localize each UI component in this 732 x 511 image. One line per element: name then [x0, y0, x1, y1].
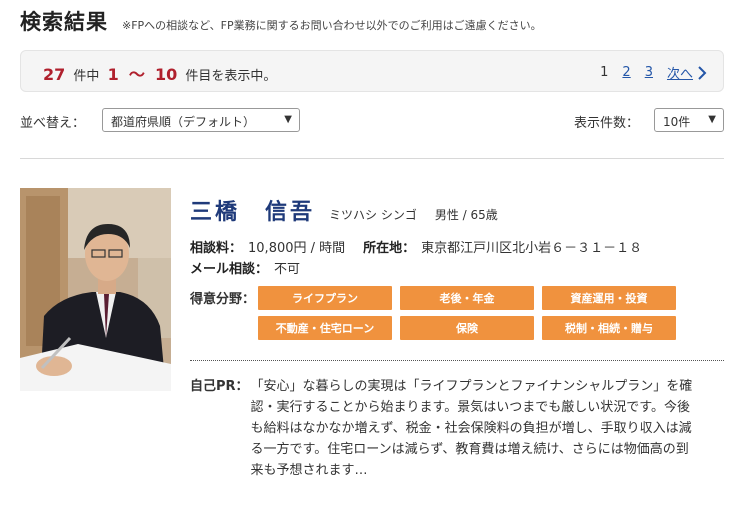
- mail-consult-row: メール相談： 不可: [190, 258, 318, 277]
- total-count: 27: [43, 65, 66, 84]
- range-end: 10: [155, 65, 178, 84]
- fee-location-row: 相談料： 10,800円 / 時間 所在地： 東京都江戸川区北小岩６－３１－１８: [190, 237, 660, 256]
- chevron-right-icon[interactable]: [697, 65, 707, 80]
- usage-notice: ※FPへの相談など、FP業務に関するお問い合わせ以外でのご利用はご遠慮ください。: [122, 19, 542, 32]
- pagination: 1 2 3 次へ: [600, 63, 707, 82]
- sort-label: 並べ替え：: [20, 116, 86, 131]
- specialty-tag[interactable]: ライフプラン: [258, 286, 392, 310]
- specialty-label: 得意分野：: [190, 292, 256, 307]
- advisor-kana: ミツハシ シンゴ: [329, 208, 417, 222]
- advisor-photo[interactable]: [20, 188, 171, 391]
- next-page-link[interactable]: 次へ: [667, 63, 693, 82]
- range-suffix: 件目を表示中。: [185, 69, 277, 84]
- sort-order-value: 都道府県順（デフォルト）: [111, 115, 256, 129]
- fee-label: 相談料：: [190, 241, 243, 256]
- mail-value: 不可: [274, 262, 301, 277]
- location-label: 所在地：: [363, 241, 416, 256]
- result-summary-bar: 27 件中 1 〜 10 件目を表示中。 1 2 3 次へ: [20, 50, 724, 92]
- range-separator: 〜: [128, 65, 145, 84]
- location-value: 東京都江戸川区北小岩６－３１－１８: [421, 241, 643, 256]
- page-header: 検索結果 ※FPへの相談など、FP業務に関するお問い合わせ以外でのご利用はご遠慮…: [20, 6, 542, 36]
- sort-order-select[interactable]: 都道府県順（デフォルト） ▼: [102, 108, 300, 132]
- result-count: 27 件中 1 〜 10 件目を表示中。: [43, 61, 280, 85]
- specialty-tags: ライフプラン 老後・年金 資産運用・投資 不動産・住宅ローン 保険 税制・相続・…: [258, 286, 676, 340]
- dotted-divider: [190, 360, 724, 361]
- per-page-select[interactable]: 10件 ▼: [654, 108, 724, 132]
- per-page-value: 10件: [663, 115, 691, 129]
- self-pr: 自己PR： 「安心」な暮らしの実現は「ライフプランとファイナンシャルプラン」を確…: [190, 376, 700, 481]
- page-1-current: 1: [600, 65, 609, 80]
- fee-value: 10,800円 / 時間: [248, 241, 346, 256]
- advisor-portrait-image: [20, 188, 171, 391]
- specialty-tag[interactable]: 保険: [400, 316, 534, 340]
- specialty-tag[interactable]: 老後・年金: [400, 286, 534, 310]
- per-page-label: 表示件数：: [574, 116, 640, 131]
- dropdown-arrow-icon: ▼: [708, 114, 716, 125]
- advisor-gender-age: 男性 / 65歳: [434, 208, 498, 222]
- pr-text: 「安心」な暮らしの実現は「ライフプランとファイナンシャルプラン」を確認・実行する…: [250, 379, 693, 478]
- divider: [20, 158, 724, 159]
- total-unit: 件中: [73, 69, 100, 84]
- page-title: 検索結果: [20, 10, 108, 34]
- mail-label: メール相談：: [190, 262, 269, 277]
- page-2-link[interactable]: 2: [622, 65, 630, 80]
- dropdown-arrow-icon: ▼: [284, 114, 292, 125]
- pr-label: 自己PR：: [190, 379, 249, 394]
- advisor-name[interactable]: 三橋 信吾: [190, 194, 315, 226]
- range-start: 1: [107, 65, 119, 84]
- specialty-tag[interactable]: 税制・相続・贈与: [542, 316, 676, 340]
- sort-controls: 並べ替え： 都道府県順（デフォルト） ▼ 表示件数： 10件 ▼: [20, 108, 724, 134]
- specialty-tag[interactable]: 資産運用・投資: [542, 286, 676, 310]
- page-3-link[interactable]: 3: [645, 65, 653, 80]
- advisor-name-row: 三橋 信吾 ミツハシ シンゴ 男性 / 65歳: [190, 194, 498, 226]
- specialty-tag[interactable]: 不動産・住宅ローン: [258, 316, 392, 340]
